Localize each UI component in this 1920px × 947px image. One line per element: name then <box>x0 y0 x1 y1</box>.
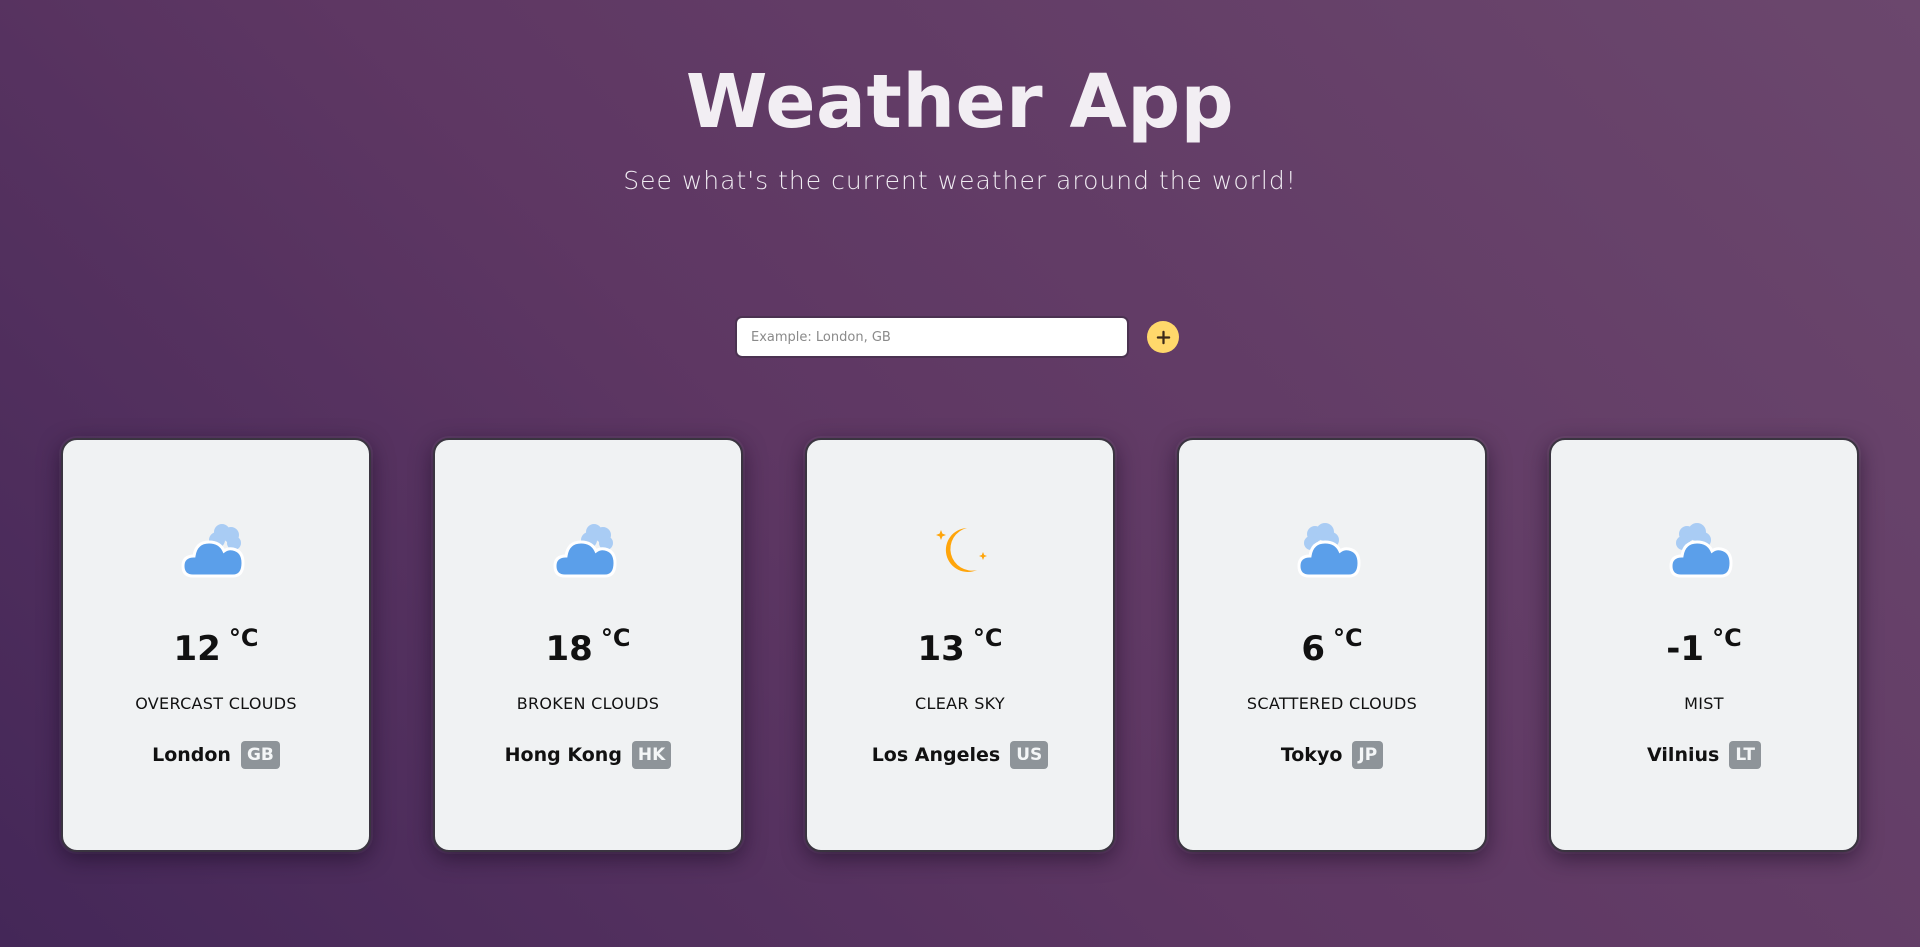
weather-card: -1 °C MIST Vilnius LT <box>1549 438 1859 852</box>
city-name: Hong Kong <box>504 744 622 767</box>
country-code-badge: HK <box>631 741 672 770</box>
weather-description: OVERCAST CLOUDS <box>135 694 297 713</box>
temperature-unit: °C <box>600 624 631 652</box>
temperature-display: 12 °C <box>173 626 259 669</box>
location: Los Angeles US <box>871 741 1049 770</box>
temperature-value: -1 <box>1666 629 1705 669</box>
add-city-button[interactable] <box>1147 321 1179 353</box>
clouds-icon <box>1669 523 1733 578</box>
location: London GB <box>152 741 280 770</box>
temperature-display: 13 °C <box>917 626 1003 669</box>
weather-description: SCATTERED CLOUDS <box>1246 694 1418 713</box>
weather-description: MIST <box>1684 694 1724 713</box>
weather-icon-container <box>1659 504 1749 594</box>
plus-icon <box>1156 330 1170 344</box>
temperature-display: 18 °C <box>545 626 631 669</box>
country-code-badge: LT <box>1729 741 1761 770</box>
temperature-unit: °C <box>228 624 259 652</box>
weather-description: CLEAR SKY <box>915 694 1005 713</box>
clouds-icon <box>1297 523 1361 578</box>
weather-icon-container <box>915 504 1005 594</box>
temperature-unit: °C <box>1333 624 1363 652</box>
weather-description: BROKEN CLOUDS <box>516 694 660 713</box>
country-code-badge: US <box>1010 741 1049 770</box>
weather-icon-container <box>543 504 633 594</box>
temperature-unit: °C <box>1712 624 1742 652</box>
city-name: Vilnius <box>1647 744 1720 767</box>
temperature-display: -1 °C <box>1666 626 1741 669</box>
weather-card: 6 °C SCATTERED CLOUDS Tokyo JP <box>1177 438 1487 852</box>
temperature-value: 18 <box>545 629 593 669</box>
weather-icon-container <box>171 504 261 594</box>
weather-cards: 12 °C OVERCAST CLOUDS London GB 18 °C BR… <box>61 438 1859 852</box>
clouds-icon <box>553 524 617 578</box>
city-name: Tokyo <box>1280 744 1343 767</box>
search-form <box>735 316 1179 358</box>
weather-card: 13 °C CLEAR SKY Los Angeles US <box>805 438 1115 852</box>
weather-card: 18 °C BROKEN CLOUDS Hong Kong HK <box>433 438 743 852</box>
temperature-unit: °C <box>972 624 1003 652</box>
page-title: Weather App <box>685 59 1235 145</box>
temperature-value: 12 <box>173 629 221 669</box>
location: Vilnius LT <box>1647 741 1761 770</box>
weather-icon-container <box>1287 504 1377 594</box>
temperature-value: 13 <box>917 629 965 669</box>
city-name: Los Angeles <box>871 744 1001 767</box>
location: Tokyo JP <box>1280 741 1384 770</box>
page-subtitle: See what's the current weather around th… <box>623 166 1297 195</box>
temperature-display: 6 °C <box>1301 626 1362 669</box>
city-search-input[interactable] <box>735 316 1129 358</box>
clouds-icon <box>181 524 245 578</box>
clear-night-moon-icon <box>936 528 987 572</box>
city-name: London <box>152 744 231 767</box>
location: Hong Kong HK <box>504 741 672 770</box>
temperature-value: 6 <box>1301 629 1326 669</box>
country-code-badge: JP <box>1352 741 1384 770</box>
country-code-badge: GB <box>240 741 280 770</box>
page-header: Weather App See what's the current weath… <box>0 52 1920 195</box>
weather-card: 12 °C OVERCAST CLOUDS London GB <box>61 438 371 852</box>
